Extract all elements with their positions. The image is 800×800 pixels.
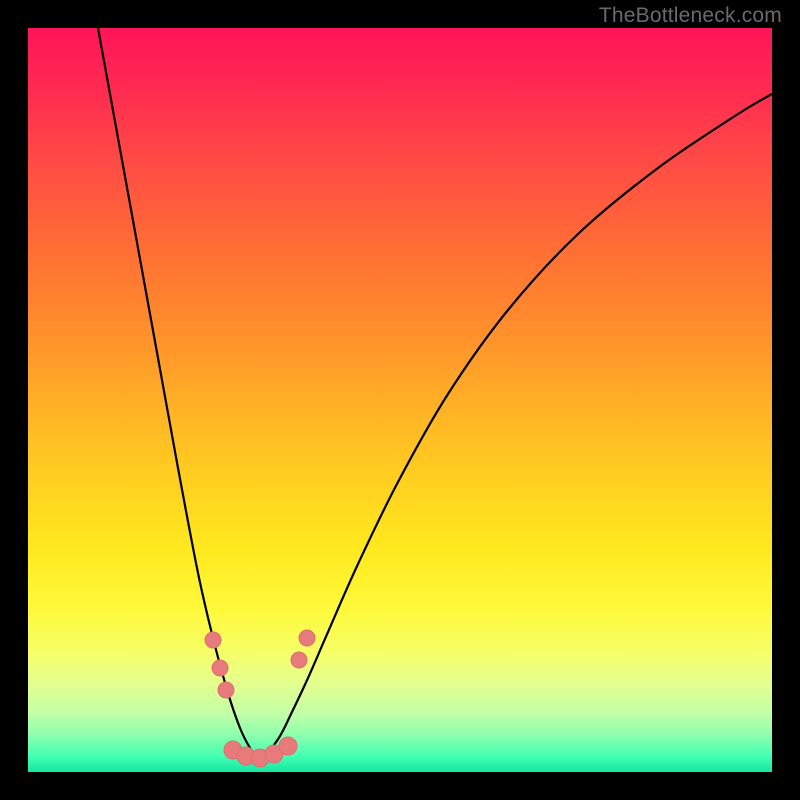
curve-marker [218,682,234,698]
plot-area [28,28,772,772]
bottleneck-curve [98,28,772,758]
chart-frame: TheBottleneck.com [0,0,800,800]
curve-marker [279,737,297,755]
curve-layer [28,28,772,772]
curve-marker [212,660,228,676]
watermark-text: TheBottleneck.com [599,4,782,28]
curve-marker [291,652,307,668]
curve-marker [299,630,315,646]
curve-marker [205,632,221,648]
